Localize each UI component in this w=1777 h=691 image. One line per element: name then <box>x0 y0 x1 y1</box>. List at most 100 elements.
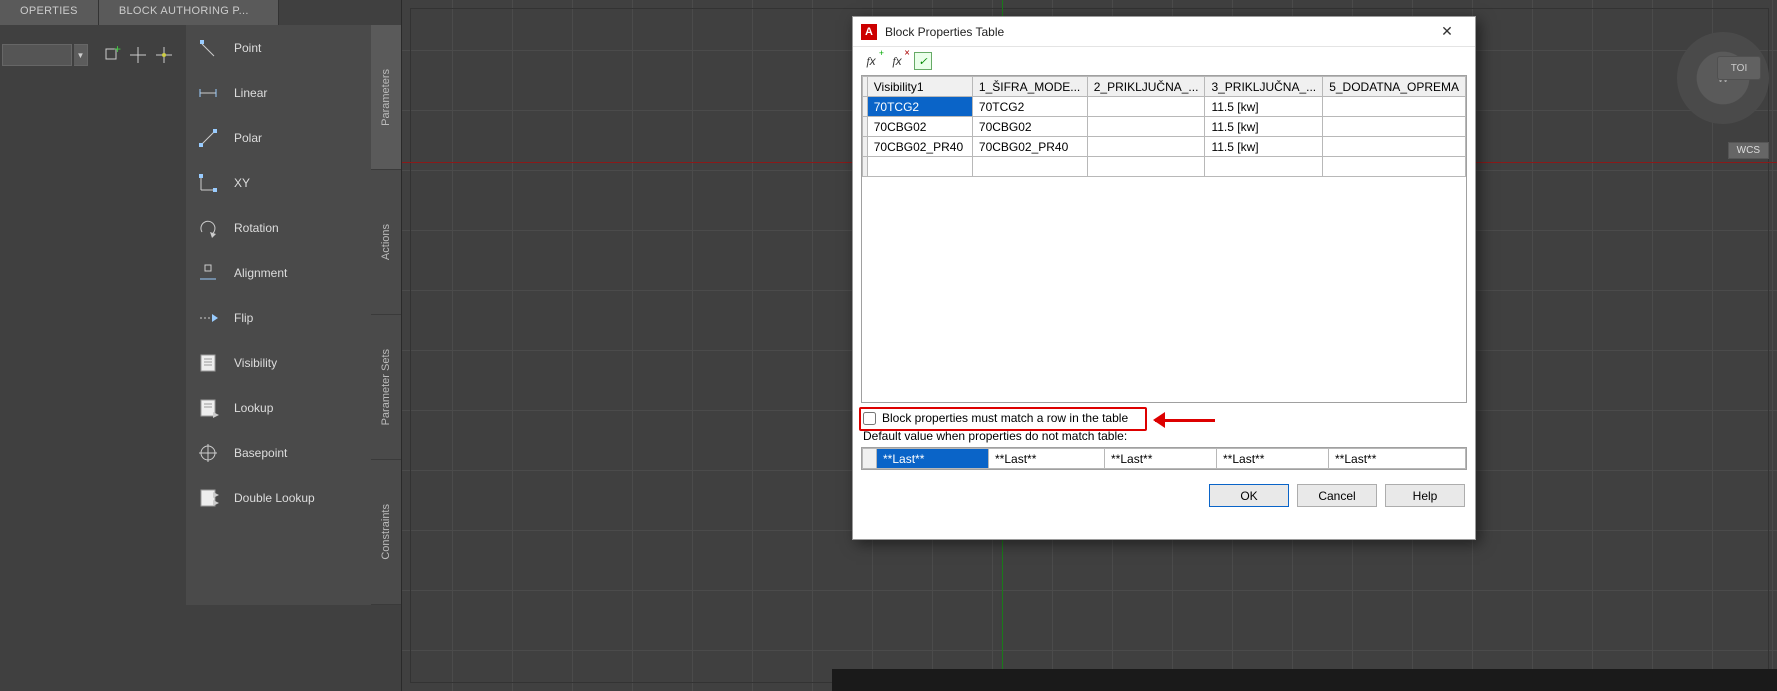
must-match-checkbox[interactable] <box>863 412 876 425</box>
must-match-row: Block properties must match a row in the… <box>863 411 1465 425</box>
ok-button[interactable]: OK <box>1209 484 1289 507</box>
grid-header-row: Visibility1 1_ŠIFRA_MODE... 2_PRIKLJUČNA… <box>863 77 1466 97</box>
cell[interactable]: 70CBG02_PR40 <box>972 137 1087 157</box>
param-label: Flip <box>234 311 253 325</box>
polar-icon <box>196 126 220 150</box>
default-cell[interactable]: **Last** <box>1105 449 1217 469</box>
grid-row-empty[interactable] <box>863 157 1466 177</box>
col-prikljucna-3[interactable]: 3_PRIKLJUČNA_... <box>1205 77 1323 97</box>
tab-parameters[interactable]: Parameters <box>371 25 401 170</box>
block-properties-table-dialog: Block Properties Table ✕ fx fx Visibilit… <box>852 16 1476 540</box>
cell[interactable]: 70TCG2 <box>972 97 1087 117</box>
add-properties-icon[interactable]: fx <box>861 51 881 71</box>
param-label: Polar <box>234 131 262 145</box>
default-cell[interactable]: **Last** <box>1217 449 1329 469</box>
cell[interactable]: 11.5 [kw] <box>1205 97 1323 117</box>
dialog-titlebar[interactable]: Block Properties Table ✕ <box>853 17 1475 47</box>
palette-tabs: OPERTIES BLOCK AUTHORING P... <box>0 0 279 25</box>
properties-grid[interactable]: Visibility1 1_ŠIFRA_MODE... 2_PRIKLJUČNA… <box>861 75 1467 403</box>
param-label: XY <box>234 176 250 190</box>
cell[interactable]: 11.5 [kw] <box>1205 137 1323 157</box>
grid-row[interactable]: 70TCG2 70TCG2 11.5 [kw] <box>863 97 1466 117</box>
param-point[interactable]: Point <box>186 25 371 70</box>
command-line[interactable] <box>832 669 1777 691</box>
param-basepoint[interactable]: Basepoint <box>186 430 371 475</box>
add-selection-icon[interactable]: + <box>100 43 124 67</box>
block-authoring-palette-tab[interactable]: BLOCK AUTHORING P... <box>99 0 279 25</box>
col-dodatna-oprema[interactable]: 5_DODATNA_OPREMA <box>1323 77 1466 97</box>
cell[interactable] <box>1323 137 1466 157</box>
cancel-button[interactable]: Cancel <box>1297 484 1377 507</box>
alignment-icon <box>196 261 220 285</box>
dialog-toolbar: fx fx <box>853 47 1475 75</box>
tool-strip: ▼ + <box>0 40 176 70</box>
block-authoring-palette: Point Linear Polar XY Rotation Alignment… <box>186 25 371 605</box>
cell[interactable] <box>1087 117 1205 137</box>
param-lookup[interactable]: Lookup <box>186 385 371 430</box>
tab-parameter-sets[interactable]: Parameter Sets <box>371 315 401 460</box>
default-value-label: Default value when properties do not mat… <box>863 429 1465 443</box>
param-visibility[interactable]: Visibility <box>186 340 371 385</box>
default-row[interactable]: **Last** **Last** **Last** **Last** **La… <box>863 449 1466 469</box>
crosshair-icon[interactable] <box>126 43 150 67</box>
cell[interactable]: 70TCG2 <box>867 97 972 117</box>
annotation-arrow <box>1155 415 1215 425</box>
cell[interactable]: 70CBG02 <box>867 117 972 137</box>
origin-icon[interactable] <box>152 43 176 67</box>
param-label: Rotation <box>234 221 279 235</box>
visibility-icon <box>196 351 220 375</box>
col-sifra-modela[interactable]: 1_ŠIFRA_MODE... <box>972 77 1087 97</box>
param-label: Double Lookup <box>234 491 315 505</box>
param-xy[interactable]: XY <box>186 160 371 205</box>
dialog-buttons: OK Cancel Help <box>853 472 1475 517</box>
param-flip[interactable]: Flip <box>186 295 371 340</box>
must-match-label[interactable]: Block properties must match a row in the… <box>882 411 1128 425</box>
param-alignment[interactable]: Alignment <box>186 250 371 295</box>
cell[interactable]: 11.5 [kw] <box>1205 117 1323 137</box>
svg-text:+: + <box>114 42 121 56</box>
grid-row[interactable]: 70CBG02_PR40 70CBG02_PR40 11.5 [kw] <box>863 137 1466 157</box>
tab-constraints[interactable]: Constraints <box>371 460 401 605</box>
default-cell[interactable]: **Last** <box>877 449 989 469</box>
param-polar[interactable]: Polar <box>186 115 371 160</box>
cell[interactable]: 70CBG02 <box>972 117 1087 137</box>
param-linear[interactable]: Linear <box>186 70 371 115</box>
default-grid[interactable]: **Last** **Last** **Last** **Last** **La… <box>861 447 1467 470</box>
default-cell[interactable]: **Last** <box>989 449 1105 469</box>
grid-row[interactable]: 70CBG02 70CBG02 11.5 [kw] <box>863 117 1466 137</box>
param-double-lookup[interactable]: Double Lookup <box>186 475 371 520</box>
cell[interactable] <box>1323 117 1466 137</box>
tab-actions[interactable]: Actions <box>371 170 401 315</box>
selection-dropdown-arrow[interactable]: ▼ <box>74 44 88 66</box>
audit-table-icon[interactable] <box>913 51 933 71</box>
col-prikljucna-2[interactable]: 2_PRIKLJUČNA_... <box>1087 77 1205 97</box>
cell[interactable] <box>1087 137 1205 157</box>
point-icon <box>196 36 220 60</box>
palette-side-tabs: Parameters Actions Parameter Sets Constr… <box>371 25 401 605</box>
autocad-app-icon <box>861 24 877 40</box>
param-label: Basepoint <box>234 446 287 460</box>
dialog-title-text: Block Properties Table <box>885 25 1004 39</box>
col-visibility1[interactable]: Visibility1 <box>867 77 972 97</box>
viewcube-top[interactable]: TOI <box>1717 56 1761 80</box>
remove-properties-icon[interactable]: fx <box>887 51 907 71</box>
param-rotation[interactable]: Rotation <box>186 205 371 250</box>
cell[interactable] <box>1323 97 1466 117</box>
selection-dropdown[interactable] <box>2 44 72 66</box>
param-label: Point <box>234 41 261 55</box>
xy-icon <box>196 171 220 195</box>
properties-palette-tab[interactable]: OPERTIES <box>0 0 99 25</box>
linear-icon <box>196 81 220 105</box>
cell[interactable]: 70CBG02_PR40 <box>867 137 972 157</box>
param-label: Lookup <box>234 401 273 415</box>
rotation-icon <box>196 216 220 240</box>
double-lookup-icon <box>196 486 220 510</box>
help-button[interactable]: Help <box>1385 484 1465 507</box>
basepoint-icon <box>196 441 220 465</box>
cell[interactable] <box>1087 97 1205 117</box>
lookup-icon <box>196 396 220 420</box>
wcs-badge[interactable]: WCS <box>1728 142 1769 159</box>
close-icon[interactable]: ✕ <box>1427 22 1467 42</box>
default-cell[interactable]: **Last** <box>1329 449 1466 469</box>
param-label: Visibility <box>234 356 277 370</box>
